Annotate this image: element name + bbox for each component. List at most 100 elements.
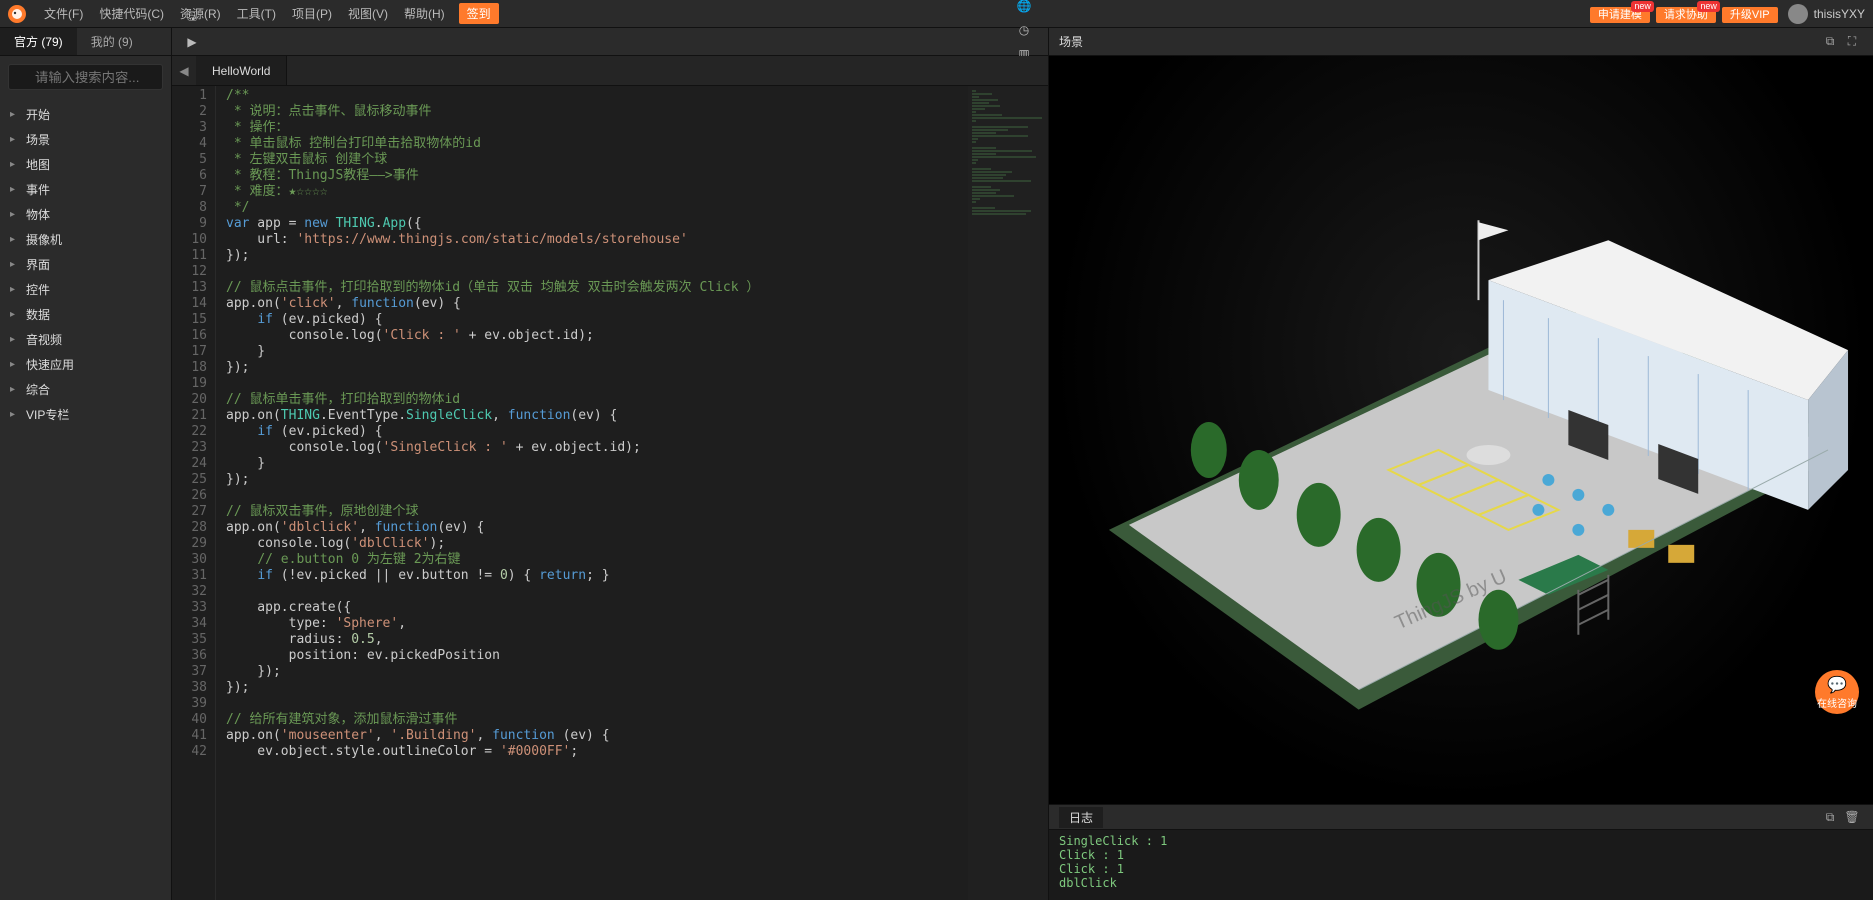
chat-label: 在线咨询 — [1817, 695, 1857, 710]
code-line: // 鼠标单击事件，打印拾取到的物体id — [226, 392, 968, 408]
open-external-icon[interactable]: ⧉ — [1819, 31, 1841, 53]
chevron-right-icon: ▸ — [10, 159, 22, 170]
log-tab[interactable]: 日志 — [1059, 807, 1103, 828]
tree-item-label: 综合 — [26, 381, 50, 398]
user-avatar[interactable] — [1788, 4, 1808, 24]
code-line: if (ev.picked) { — [226, 312, 968, 328]
code-line: // 鼠标点击事件，打印拾取到的物体id（单击 双击 均触发 双击时会触发两次 … — [226, 280, 968, 296]
tree-item[interactable]: ▸ 控件 — [0, 277, 171, 302]
code-line: * 左键双击鼠标 创建个球 — [226, 152, 968, 168]
editor-tab[interactable]: HelloWorld — [196, 56, 287, 85]
tree-item[interactable]: ▸物体 — [0, 202, 171, 227]
run-icon[interactable]: ▶ — [180, 30, 204, 54]
log-open-icon[interactable]: ⧉ — [1819, 806, 1841, 828]
web-icon[interactable]: 🌐 — [1012, 0, 1036, 18]
code-line: // 鼠标双击事件，原地创建个球 — [226, 504, 968, 520]
search-input[interactable] — [8, 64, 163, 90]
code-line: * 难度：★☆☆☆☆ — [226, 184, 968, 200]
badge: new — [1631, 1, 1654, 12]
header-action-button[interactable]: 申请建模new — [1590, 7, 1650, 23]
editor-toolbar: ＋🖫▶↪⤓ ◐▣▭🌐◷▥▤▧◫≣ — [172, 28, 1048, 56]
tree-item[interactable]: ▸ 综合 — [0, 377, 171, 402]
minimap[interactable] — [968, 86, 1048, 900]
clock-icon[interactable]: ◷ — [1012, 18, 1036, 42]
tree-item[interactable]: ▸快速应用 — [0, 352, 171, 377]
code-line: }); — [226, 360, 968, 376]
tree-item[interactable]: ▸开始 — [0, 102, 171, 127]
tree-item[interactable]: ▸事件 — [0, 177, 171, 202]
code-line: // e.button 0 为左键 2为右键 — [226, 552, 968, 568]
log-panel: SingleClick : 1Click : 1Click : 1dblClic… — [1049, 830, 1873, 900]
tree-item[interactable]: ▸ 地图 — [0, 152, 171, 177]
code-line: }); — [226, 664, 968, 680]
chevron-right-icon: ▸ — [10, 134, 22, 145]
log-line: SingleClick : 1 — [1059, 834, 1863, 848]
tree-item-label: 控件 — [26, 281, 50, 298]
tree-item[interactable]: ▸音视频 — [0, 327, 171, 352]
code-line: console.log('SingleClick : ' + ev.object… — [226, 440, 968, 456]
fullscreen-icon[interactable]: ⛶ — [1841, 31, 1863, 53]
tree-item[interactable]: ▸ 界面 — [0, 252, 171, 277]
code-line: /** — [226, 88, 968, 104]
signin-button[interactable]: 签到 — [459, 3, 499, 24]
tree-item-label: 地图 — [26, 156, 50, 173]
tree-item[interactable]: ▸VIP专栏 — [0, 402, 171, 427]
log-line: Click : 1 — [1059, 862, 1863, 876]
code-line: console.log('dblClick'); — [226, 536, 968, 552]
log-clear-icon[interactable]: 🗑 — [1841, 806, 1863, 828]
code-line: app.on('dblclick', function(ev) { — [226, 520, 968, 536]
editor-panel: ＋🖫▶↪⤓ ◐▣▭🌐◷▥▤▧◫≣ ◀ HelloWorld 1234567891… — [172, 28, 1048, 900]
chevron-right-icon: ▸ — [10, 259, 22, 270]
code-line: }); — [226, 472, 968, 488]
code-line: type: 'Sphere', — [226, 616, 968, 632]
tree-item-label: 界面 — [26, 256, 50, 273]
left-panel: 官方 (79)我的 (9) 🔍 ▸开始▸场景▸地图▸事件▸物体▸摄像机▸界面▸控… — [0, 28, 172, 900]
menubar: 文件(F)快捷代码(C)资源(R)工具(T)项目(P)视图(V)帮助(H) 签到… — [0, 0, 1873, 28]
code-line — [226, 696, 968, 712]
chevron-right-icon: ▸ — [10, 334, 22, 345]
chevron-right-icon: ▸ — [10, 284, 22, 295]
menu-item[interactable]: 视图(V) — [340, 7, 396, 21]
menu-item[interactable]: 项目(P) — [284, 7, 340, 21]
code-line: app.on('click', function(ev) { — [226, 296, 968, 312]
code-line: var app = new THING.App({ — [226, 216, 968, 232]
log-line: dblClick — [1059, 876, 1863, 890]
chevron-right-icon: ▸ — [10, 359, 22, 370]
chevron-right-icon: ▸ — [10, 309, 22, 320]
scene-viewport[interactable]: ThingJS by U 💬 在线咨询 — [1049, 56, 1873, 804]
menu-item[interactable]: 快捷代码(C) — [91, 7, 172, 21]
save-icon[interactable]: 🖫 — [180, 6, 204, 30]
code-line: */ — [226, 200, 968, 216]
code-line: ev.object.style.outlineColor = '#0000FF'… — [226, 744, 968, 760]
chevron-right-icon: ▸ — [10, 184, 22, 195]
left-tab[interactable]: 官方 (79) — [0, 28, 77, 55]
code-line: if (!ev.picked || ev.button != 0) { retu… — [226, 568, 968, 584]
code-line: * 说明：点击事件、鼠标移动事件 — [226, 104, 968, 120]
code-line: }); — [226, 248, 968, 264]
tab-prev-button[interactable]: ◀ — [172, 56, 196, 85]
code-line — [226, 376, 968, 392]
tree-item-label: 场景 — [26, 131, 50, 148]
code-line: position: ev.pickedPosition — [226, 648, 968, 664]
code-editor[interactable]: 1234567891011121314151617181920212223242… — [172, 86, 1048, 900]
chevron-right-icon: ▸ — [10, 384, 22, 395]
tree-item[interactable]: ▸ 场景 — [0, 127, 171, 152]
log-line: Click : 1 — [1059, 848, 1863, 862]
scene-title: 场景 — [1059, 33, 1083, 50]
menu-item[interactable]: 帮助(H) — [396, 7, 453, 21]
code-line: url: 'https://www.thingjs.com/static/mod… — [226, 232, 968, 248]
badge: new — [1697, 1, 1720, 12]
tree-item[interactable]: ▸摄像机 — [0, 227, 171, 252]
left-tab[interactable]: 我的 (9) — [77, 28, 147, 55]
tree-item[interactable]: ▸数据 — [0, 302, 171, 327]
tree-item-label: VIP专栏 — [26, 406, 69, 423]
chevron-right-icon: ▸ — [10, 234, 22, 245]
chat-button[interactable]: 💬 在线咨询 — [1815, 670, 1859, 714]
header-action-button[interactable]: 升级VIP — [1722, 7, 1778, 23]
menu-item[interactable]: 文件(F) — [36, 7, 91, 21]
menu-item[interactable]: 工具(T) — [229, 7, 284, 21]
code-line — [226, 584, 968, 600]
header-action-button[interactable]: 请求协助new — [1656, 7, 1716, 23]
chevron-right-icon: ▸ — [10, 109, 22, 120]
code-line: app.create({ — [226, 600, 968, 616]
